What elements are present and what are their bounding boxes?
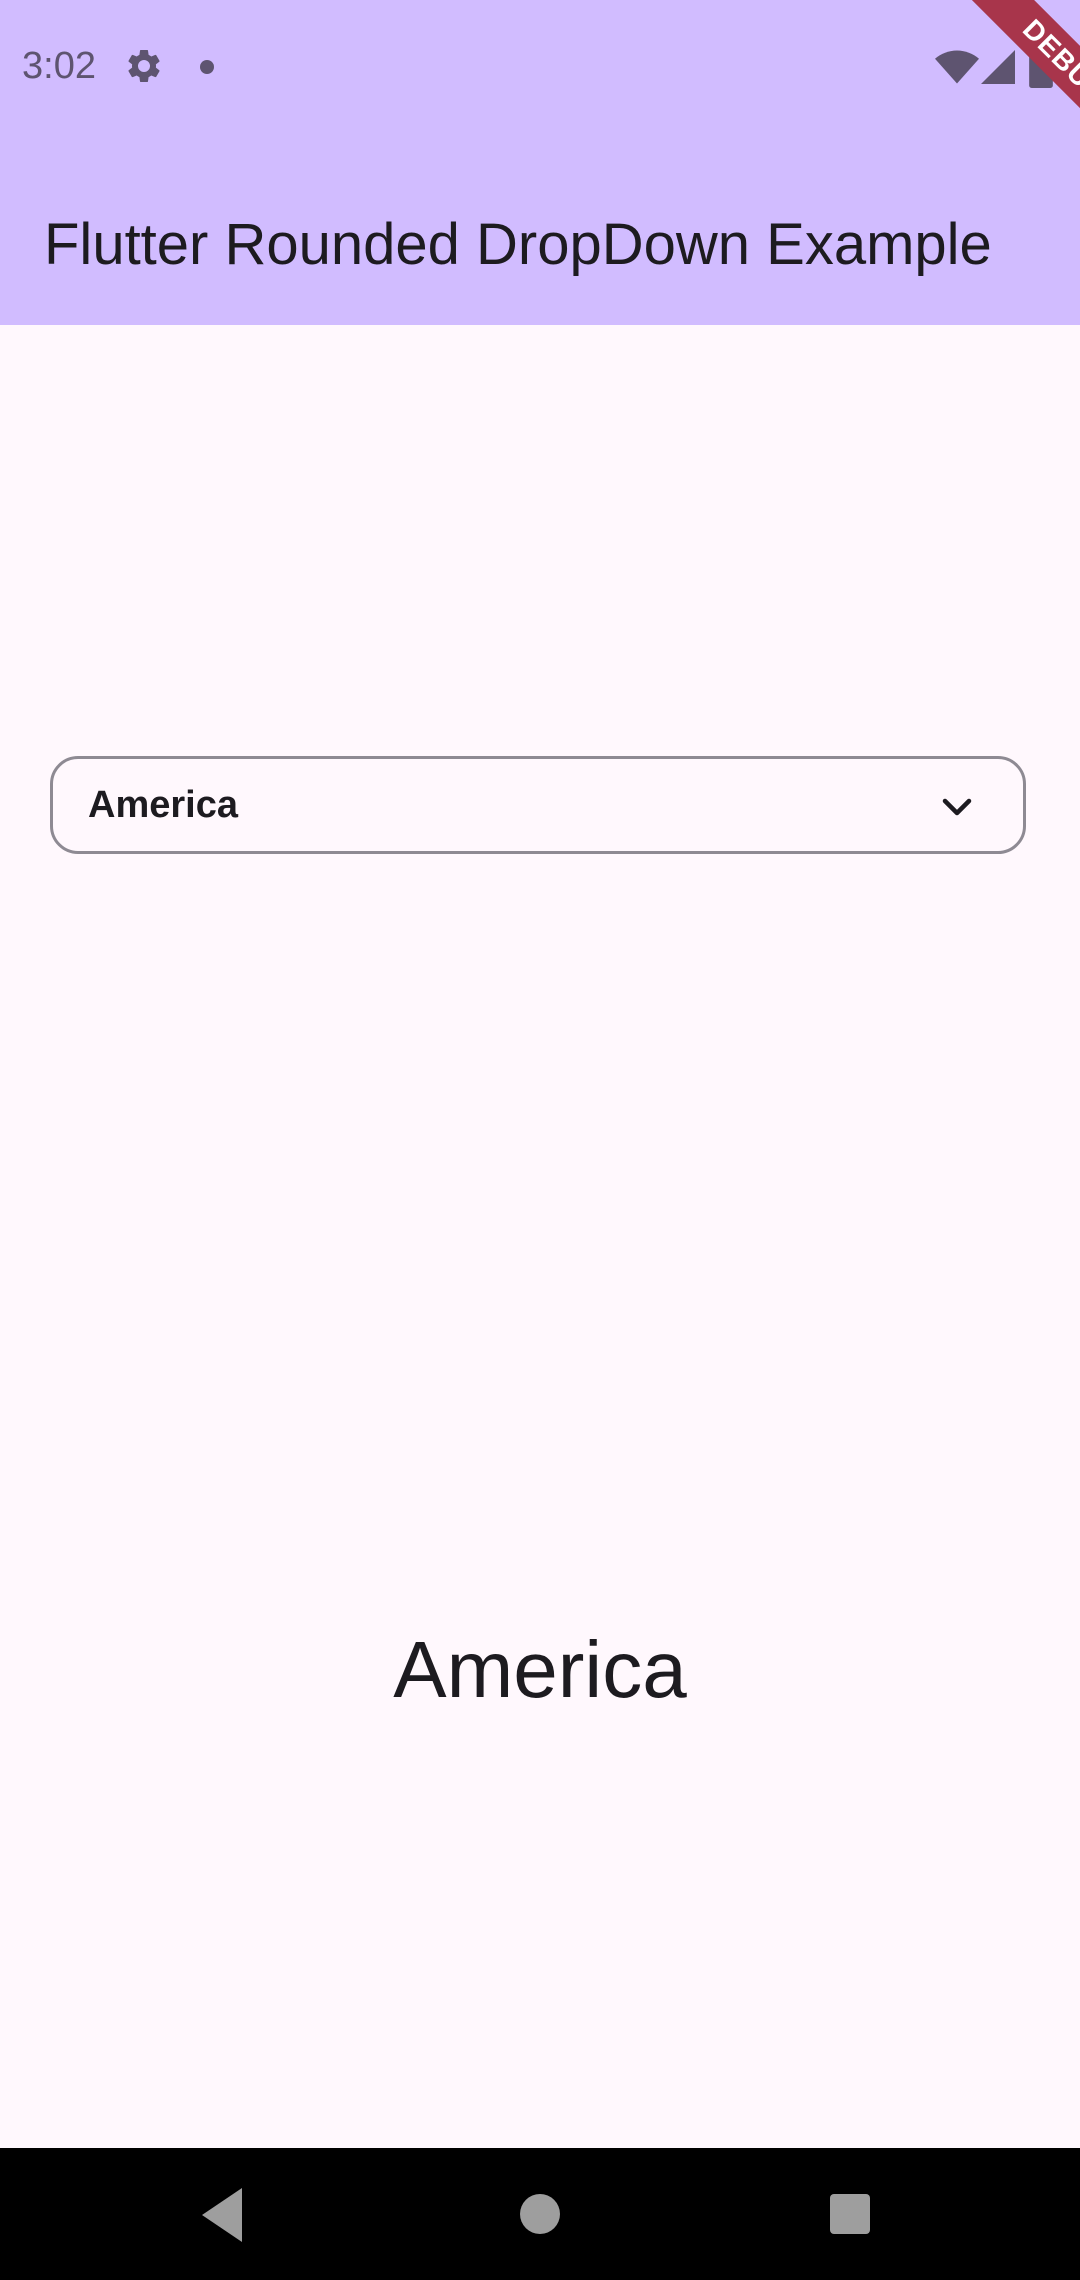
selected-value-display: America [393, 1625, 687, 1714]
battery-icon [1029, 44, 1053, 88]
chevron-down-icon [942, 798, 972, 816]
home-icon[interactable] [520, 2194, 560, 2234]
back-icon[interactable] [202, 2188, 252, 2242]
wifi-icon [935, 50, 979, 84]
page-title: Flutter Rounded DropDown Example [44, 212, 992, 277]
app-bar: 3:02 Flutter Rounded DropDown Example [0, 0, 1080, 325]
status-bar: 3:02 [0, 0, 1080, 135]
dropdown-selected-value: America [88, 784, 238, 826]
gear-icon [128, 49, 160, 82]
notification-dot-icon [200, 60, 214, 74]
country-dropdown[interactable]: America [50, 756, 1026, 854]
status-time: 3:02 [22, 45, 96, 87]
recents-icon[interactable] [830, 2194, 870, 2234]
signal-icon [981, 50, 1015, 84]
navigation-bar [0, 2148, 1080, 2280]
